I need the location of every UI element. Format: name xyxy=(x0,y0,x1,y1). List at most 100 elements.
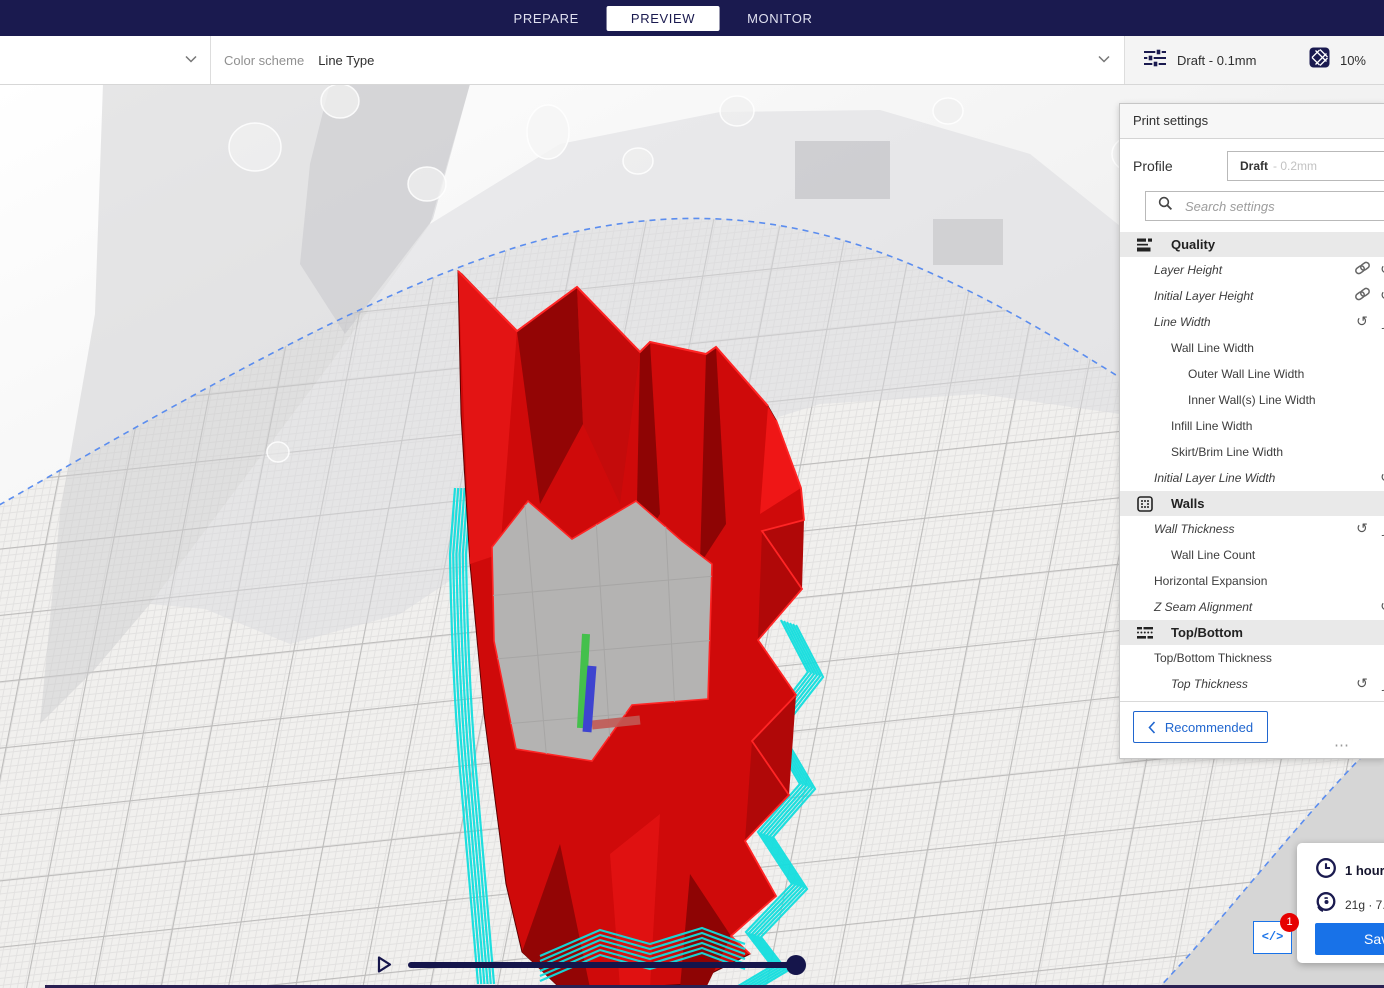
formula-icon[interactable]: ƒ xyxy=(1377,521,1384,537)
settings-search-box[interactable] xyxy=(1145,191,1384,221)
print-settings-title: Print settings xyxy=(1120,104,1384,139)
panel-resize-dots[interactable]: ⋯ xyxy=(1334,736,1351,754)
setting-row-icons: ↺ xyxy=(1377,594,1384,620)
notification-badge: 1 xyxy=(1280,913,1299,932)
tab-preview[interactable]: PREVIEW xyxy=(606,5,720,31)
profile-summary-text: Draft - 0.1mm xyxy=(1177,52,1257,68)
setting-label: Skirt/Brim Line Width xyxy=(1171,445,1284,459)
setting-label: Wall Line Count xyxy=(1171,548,1256,562)
section-header-walls[interactable]: Walls xyxy=(1120,491,1384,516)
setting-label: Inner Wall(s) Line Width xyxy=(1188,393,1316,407)
setting-row-initial-layer-height[interactable]: Initial Layer Height ↺ xyxy=(1120,283,1384,309)
setting-row-icons: ↺ xyxy=(1353,257,1384,283)
revert-icon[interactable]: ↺ xyxy=(1353,521,1371,537)
setting-row-icons: ↺ xyxy=(1353,283,1384,309)
print-settings-panel: Print settings Profile Draft - 0.2mm Qua… xyxy=(1119,103,1384,759)
revert-icon[interactable]: ↺ xyxy=(1377,599,1384,615)
setting-row-z-seam-alignment[interactable]: Z Seam Alignment ↺ xyxy=(1120,594,1384,620)
search-input[interactable] xyxy=(1183,197,1347,215)
material-usage-row: 21g · 7.0 xyxy=(1315,891,1384,918)
tab-monitor[interactable]: MONITOR xyxy=(731,6,828,31)
code-icon: </> xyxy=(1261,930,1284,944)
setting-label: Outer Wall Line Width xyxy=(1188,367,1305,381)
setting-row-horizontal-expansion[interactable]: Horizontal Expansion xyxy=(1120,568,1384,594)
setting-row-wall-thickness[interactable]: Wall Thickness↺ƒ xyxy=(1120,516,1384,542)
link-icon[interactable] xyxy=(1353,287,1371,305)
save-button[interactable]: Save xyxy=(1315,923,1384,955)
setting-label: Wall Thickness xyxy=(1154,522,1235,536)
profile-label: Profile xyxy=(1133,158,1173,174)
view-toolbar: Color scheme Line Type Draft - 0.1mm 10% xyxy=(0,36,1384,85)
color-scheme-value: Line Type xyxy=(318,52,375,68)
topbottom-icon xyxy=(1134,626,1156,640)
tab-prepare[interactable]: PREPARE xyxy=(498,6,595,31)
section-header-top-bottom[interactable]: Top/Bottom xyxy=(1120,620,1384,645)
print-time-value: 1 hour xyxy=(1345,863,1384,878)
revert-icon[interactable]: ↺ xyxy=(1377,288,1384,304)
layer-slider-handle[interactable] xyxy=(786,955,806,975)
gcode-preview-button[interactable]: </> 1 xyxy=(1253,913,1299,954)
setting-row-line-width[interactable]: Line Width↺ƒ xyxy=(1120,309,1384,335)
setting-row-skirt-brim-line-width[interactable]: Skirt/Brim Line Width xyxy=(1120,439,1384,465)
profile-dropdown[interactable]: Draft - 0.2mm xyxy=(1227,151,1384,181)
setting-label: Infill Line Width xyxy=(1171,419,1253,433)
tune-sliders-icon xyxy=(1143,47,1167,73)
setting-row-icons: ↺ƒ xyxy=(1353,516,1384,542)
setting-label: Top Thickness xyxy=(1171,677,1248,691)
section-label: Quality xyxy=(1171,237,1216,252)
setting-label: Initial Layer Line Width xyxy=(1154,471,1276,485)
profile-value: Draft xyxy=(1240,159,1269,173)
setting-row-wall-line-count[interactable]: Wall Line Count xyxy=(1120,542,1384,568)
panel-divider xyxy=(1120,701,1384,702)
infill-summary-text: 10% xyxy=(1339,52,1366,68)
link-icon[interactable] xyxy=(1353,261,1371,279)
revert-icon[interactable]: ↺ xyxy=(1377,262,1384,278)
print-job-card: 1 hour 21g · 7.0 Save xyxy=(1297,843,1384,963)
revert-icon[interactable]: ↺ xyxy=(1353,676,1371,692)
setting-row-icons: ↺ƒ xyxy=(1353,309,1384,335)
setting-row-outer-wall-line-width[interactable]: Outer Wall Line Width xyxy=(1120,361,1384,387)
setting-row-layer-height[interactable]: Layer Height ↺ xyxy=(1120,257,1384,283)
material-usage-value: 21g · 7.0 xyxy=(1345,897,1384,912)
setting-label: Top/Bottom Thickness xyxy=(1154,651,1272,665)
print-time-row: 1 hour xyxy=(1315,857,1384,884)
chevron-down-icon[interactable] xyxy=(1097,54,1111,64)
setting-label: Z Seam Alignment xyxy=(1154,600,1253,614)
formula-icon[interactable]: ƒ xyxy=(1377,314,1384,330)
setting-label: Initial Layer Height xyxy=(1154,289,1254,303)
recommended-label: Recommended xyxy=(1164,719,1254,735)
recommended-button[interactable]: Recommended xyxy=(1133,711,1268,743)
revert-icon[interactable]: ↺ xyxy=(1353,314,1371,330)
color-scheme-label: Color scheme xyxy=(224,52,305,68)
color-scheme-control[interactable]: Color scheme Line Type xyxy=(210,36,374,84)
section-label: Walls xyxy=(1171,496,1205,511)
setting-row-infill-line-width[interactable]: Infill Line Width xyxy=(1120,413,1384,439)
setting-row-top-thickness[interactable]: Top Thickness ↺ ƒ xyxy=(1120,671,1384,697)
setting-row-top-bottom-thickness[interactable]: Top/Bottom Thickness xyxy=(1120,645,1384,671)
setting-label: Line Width xyxy=(1154,315,1211,329)
profile-detail: - 0.2mm xyxy=(1273,159,1318,173)
section-header-quality[interactable]: Quality xyxy=(1120,232,1384,257)
stage-tabs: PREPARE PREVIEW MONITOR xyxy=(498,0,829,36)
formula-icon[interactable]: ƒ xyxy=(1377,676,1384,692)
layer-slider-track[interactable] xyxy=(408,962,800,968)
setting-row-wall-line-width[interactable]: Wall Line Width xyxy=(1120,335,1384,361)
clock-icon xyxy=(1315,857,1337,884)
stage-bar: PREPARE PREVIEW MONITOR xyxy=(0,0,1384,36)
walls-icon xyxy=(1134,495,1156,512)
setting-row-inner-wall-s-line-width[interactable]: Inner Wall(s) Line Width xyxy=(1120,387,1384,413)
object-selector-dropdown[interactable] xyxy=(0,36,211,84)
setting-label: Layer Height xyxy=(1154,263,1223,277)
revert-icon[interactable]: ↺ xyxy=(1377,470,1384,486)
chevron-down-icon xyxy=(185,55,197,63)
quality-icon xyxy=(1134,238,1156,252)
setting-row-initial-layer-line-width[interactable]: Initial Layer Line Width ↺ xyxy=(1120,465,1384,491)
setting-row-icons: ↺ xyxy=(1377,465,1384,491)
search-icon xyxy=(1158,196,1173,216)
print-settings-summary[interactable]: Draft - 0.1mm 10% xyxy=(1124,36,1384,84)
spool-icon xyxy=(1315,891,1337,918)
chevron-left-icon xyxy=(1148,720,1156,734)
play-button[interactable] xyxy=(376,955,393,979)
settings-list: QualityLayer Height↺Initial Layer Height… xyxy=(1120,232,1384,697)
section-label: Top/Bottom xyxy=(1171,625,1243,640)
